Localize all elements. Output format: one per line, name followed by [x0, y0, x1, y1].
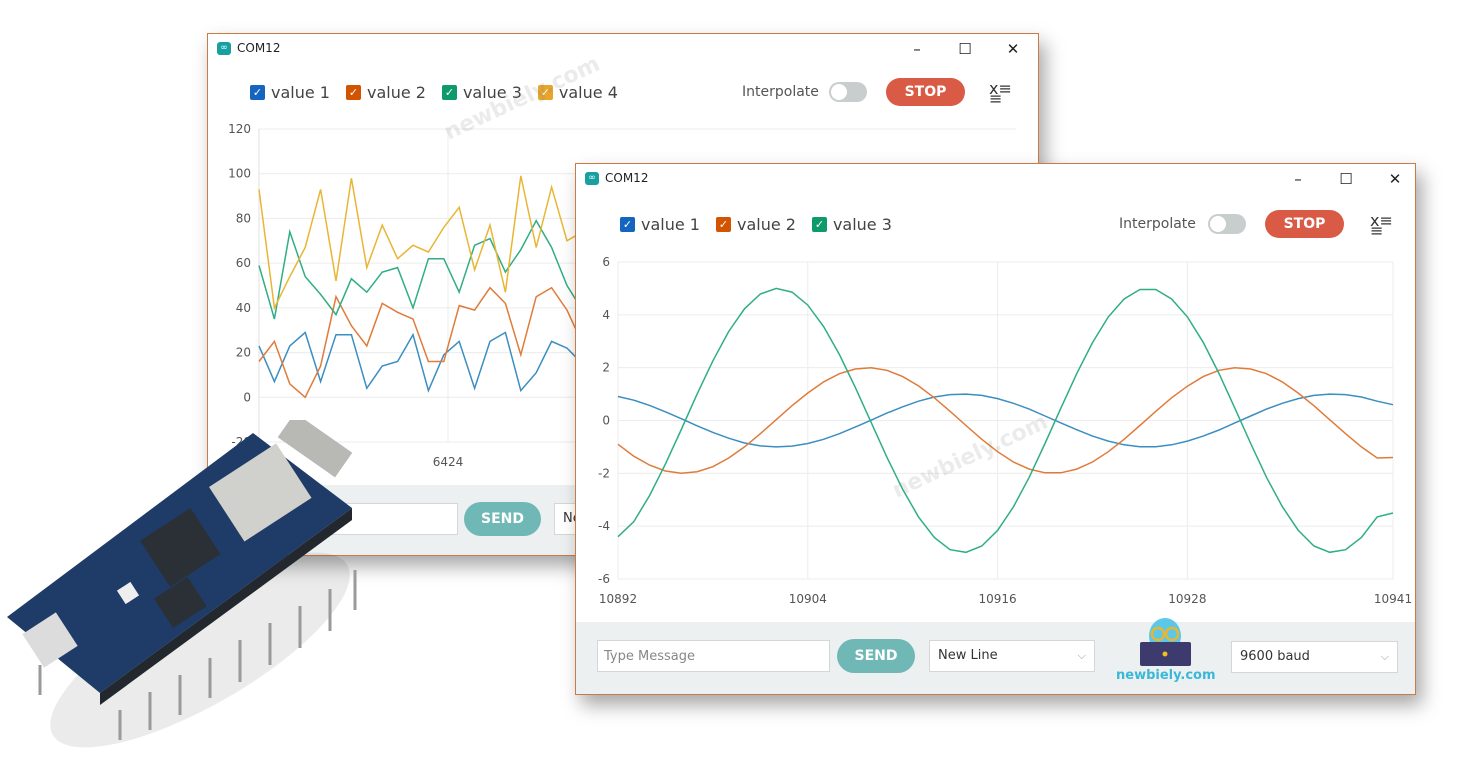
- x-tick-label: 10904: [789, 592, 827, 606]
- arduino-nano-board-image: [7, 420, 357, 748]
- line-ending-value: New Line: [938, 648, 998, 663]
- owl-laptop-icon: [1140, 618, 1191, 666]
- y-tick-label: 40: [236, 301, 251, 315]
- chevron-down-icon: ⌵: [1077, 649, 1086, 662]
- baud-rate-select[interactable]: 9600 baud ⌵: [1231, 641, 1398, 673]
- y-tick-label: 0: [602, 414, 610, 428]
- x-tick-label: 10928: [1168, 592, 1206, 606]
- series-line-value-2: [258, 286, 584, 399]
- y-tick-label: 100: [228, 167, 251, 181]
- send-button[interactable]: SEND: [837, 639, 915, 673]
- series-line-value-4: [258, 175, 583, 311]
- x-tick-label: 6424: [433, 455, 464, 469]
- bottom-bar: Type Message SEND New Line ⌵ newbiely.com…: [576, 618, 1415, 694]
- y-tick-label: 2: [602, 361, 610, 375]
- y-tick-label: 6: [602, 255, 610, 269]
- x-tick-label: 10941: [1374, 592, 1412, 606]
- chart-front: 6 4 2 0 -2 -4 -6 10892 10904 10916 10928 10941: [598, 255, 1412, 606]
- y-tick-label: -2: [598, 466, 610, 480]
- y-tick-label: -6: [598, 572, 610, 586]
- send-button[interactable]: SEND: [464, 502, 541, 536]
- y-tick-label: 80: [236, 211, 251, 225]
- baud-rate-value: 9600 baud: [1240, 649, 1310, 664]
- y-tick-label: 120: [228, 122, 251, 136]
- serial-plotter-window-front: ∞ COM12 – ☐ ✕ ✓ value 1 ✓ value 2 ✓ value 3…: [575, 163, 1416, 695]
- message-input[interactable]: Type Message: [597, 640, 830, 672]
- y-tick-label: 60: [236, 256, 251, 270]
- y-tick-label: -4: [598, 519, 610, 533]
- logo-text: newbiely.com: [1116, 668, 1216, 683]
- y-tick-label: 0: [243, 390, 251, 404]
- y-tick-label: 20: [236, 346, 251, 360]
- newbiely-logo: newbiely.com: [1116, 614, 1216, 686]
- x-tick-label: 10892: [599, 592, 637, 606]
- line-ending-select[interactable]: New Line ⌵: [929, 640, 1095, 672]
- x-tick-label: 10916: [978, 592, 1016, 606]
- chevron-down-icon: ⌵: [1380, 650, 1389, 663]
- y-tick-label: 4: [602, 308, 610, 322]
